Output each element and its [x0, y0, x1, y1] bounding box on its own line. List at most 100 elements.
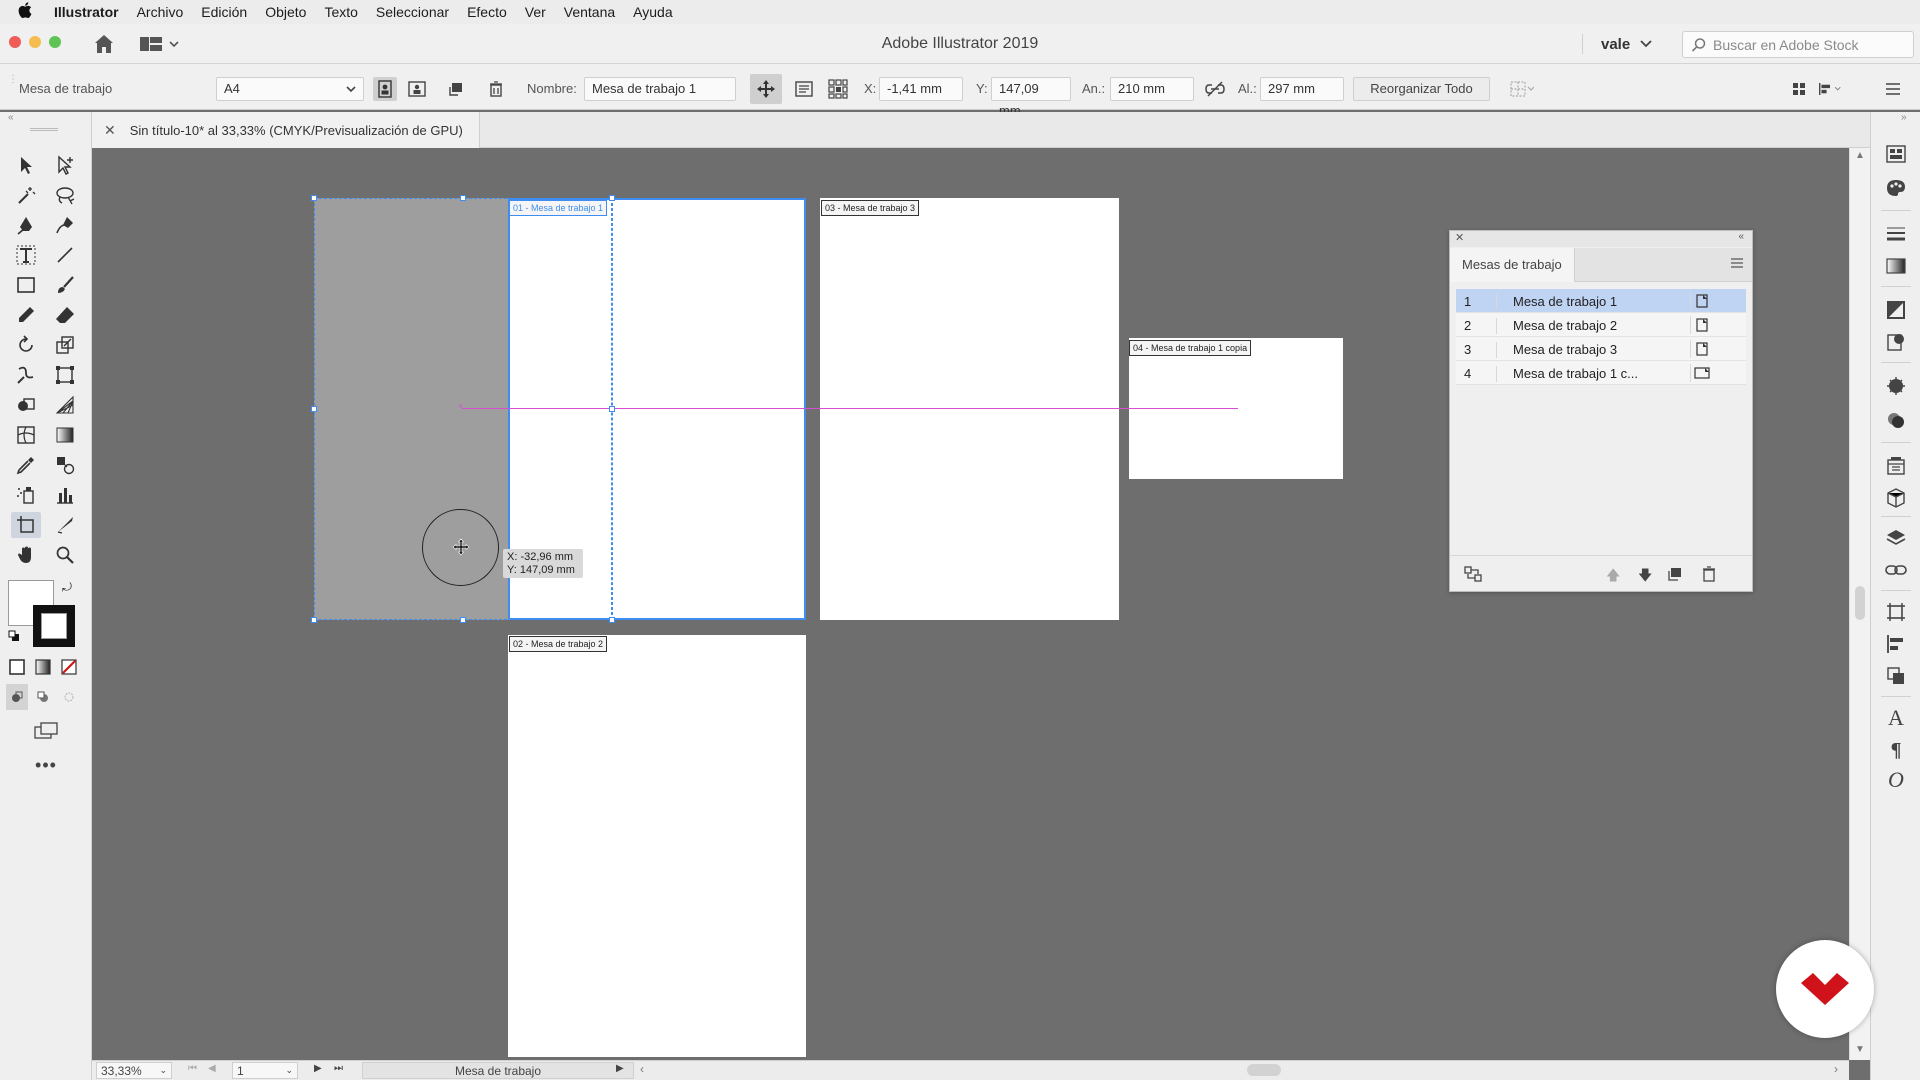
edit-toolbar-icon[interactable]: •••: [30, 752, 62, 778]
appearance-panel-icon[interactable]: [1884, 330, 1908, 354]
graphic-styles-icon[interactable]: [1884, 408, 1908, 432]
artboard-options-icon[interactable]: [1690, 292, 1712, 310]
expand-dock-icon[interactable]: »: [1901, 112, 1907, 123]
layers-panel-icon[interactable]: [1884, 526, 1908, 550]
move-down-icon[interactable]: 🡇: [1638, 565, 1652, 589]
handle-middle-right[interactable]: [609, 406, 615, 412]
scroll-up-icon[interactable]: ▲: [1855, 150, 1865, 161]
x-position-field[interactable]: -1,41 mm: [879, 77, 963, 101]
status-tool-display[interactable]: Mesa de trabajo: [362, 1062, 634, 1079]
color-mode-icon[interactable]: [6, 654, 28, 680]
stock-search-input[interactable]: Buscar en Adobe Stock: [1682, 31, 1914, 58]
screen-mode-icon[interactable]: [30, 718, 62, 744]
menu-ventana[interactable]: Ventana: [564, 4, 615, 20]
artboard-row-name[interactable]: Mesa de trabajo 1: [1496, 294, 1676, 310]
lasso-tool-icon[interactable]: [50, 182, 80, 208]
menu-archivo[interactable]: Archivo: [137, 4, 184, 20]
height-field[interactable]: 297 mm: [1260, 77, 1344, 101]
stroke-swatch[interactable]: [33, 605, 75, 647]
transparency-panel-icon[interactable]: [1884, 298, 1908, 322]
user-menu[interactable]: vale: [1582, 34, 1652, 54]
reference-point-icon[interactable]: [826, 77, 850, 101]
links-panel-icon[interactable]: [1884, 558, 1908, 582]
portrait-orientation-icon[interactable]: [373, 77, 397, 101]
artboard-3[interactable]: [820, 198, 1119, 620]
apple-menu-icon[interactable]: [18, 2, 38, 22]
scroll-down-icon[interactable]: ▼: [1855, 1044, 1865, 1055]
artboard-options-icon[interactable]: [1690, 340, 1712, 358]
menu-seleccionar[interactable]: Seleccionar: [376, 4, 449, 20]
stroke-panel-icon[interactable]: [1884, 222, 1908, 246]
rotate-tool-icon[interactable]: [11, 332, 41, 358]
delete-artboard-icon[interactable]: [484, 77, 508, 101]
pen-tool-icon[interactable]: [11, 212, 41, 238]
maximize-window-button[interactable]: [49, 36, 61, 48]
horizontal-scroll-thumb[interactable]: [1247, 1064, 1281, 1076]
slice-tool-icon[interactable]: [50, 512, 80, 538]
next-artboard-icon[interactable]: ▶: [314, 1063, 322, 1074]
close-tab-icon[interactable]: ✕: [104, 122, 116, 139]
home-icon[interactable]: [92, 32, 116, 56]
type-tool-icon[interactable]: [11, 242, 41, 268]
scroll-right-icon[interactable]: ›: [1834, 1062, 1838, 1076]
artboard-preset-select[interactable]: A4: [216, 77, 364, 101]
artboard-name-field[interactable]: Mesa de trabajo 1: [584, 77, 736, 101]
artboard-list-row[interactable]: 2 Mesa de trabajo 2: [1456, 313, 1746, 337]
symbols-panel-icon[interactable]: [1884, 374, 1908, 398]
collapse-toolbar-icon[interactable]: «: [8, 112, 14, 123]
menu-texto[interactable]: Texto: [324, 4, 357, 20]
eraser-tool-icon[interactable]: [50, 302, 80, 328]
scale-tool-icon[interactable]: [50, 332, 80, 358]
menu-efecto[interactable]: Efecto: [467, 4, 507, 20]
artboard-row-name[interactable]: Mesa de trabajo 1 c...: [1496, 366, 1676, 382]
rectangle-tool-icon[interactable]: [11, 272, 41, 298]
symbol-sprayer-tool-icon[interactable]: [11, 482, 41, 508]
artboard-list-row[interactable]: 4 Mesa de trabajo 1 c...: [1456, 361, 1746, 385]
artboard-number-select[interactable]: 1 ⌄: [232, 1062, 298, 1079]
artboard-tool-icon[interactable]: [11, 512, 41, 538]
properties-panel-icon[interactable]: [1884, 142, 1908, 166]
move-up-icon[interactable]: 🡅: [1606, 565, 1620, 589]
move-copy-artwork-icon[interactable]: [750, 74, 782, 104]
paragraph-panel-icon[interactable]: ¶: [1884, 738, 1908, 762]
selection-tool-icon[interactable]: [11, 152, 41, 178]
character-panel-icon[interactable]: A: [1884, 705, 1908, 730]
panel-grip-icon[interactable]: ⋮: [8, 74, 18, 85]
perspective-grid-tool-icon[interactable]: [50, 392, 80, 418]
handle-bottom-center[interactable]: [460, 617, 466, 623]
opentype-panel-icon[interactable]: O: [1884, 767, 1908, 792]
transform-panel-icon[interactable]: [1818, 77, 1842, 101]
artboards-panel-icon[interactable]: [1884, 600, 1908, 624]
artboard-options-icon[interactable]: [1690, 316, 1712, 334]
close-window-button[interactable]: [9, 36, 21, 48]
draw-behind-icon[interactable]: [32, 684, 54, 710]
panel-menu-icon[interactable]: [1730, 257, 1744, 272]
control-bar-menu-icon[interactable]: [1881, 77, 1905, 101]
artboard-row-name[interactable]: Mesa de trabajo 2: [1496, 318, 1676, 334]
constrain-proportions-link-icon[interactable]: [1203, 77, 1227, 101]
scroll-left-icon[interactable]: ‹: [640, 1062, 644, 1076]
app-menu[interactable]: Illustrator: [54, 4, 119, 20]
width-field[interactable]: 210 mm: [1110, 77, 1194, 101]
pathfinder-panel-icon[interactable]: [1884, 664, 1908, 688]
direct-selection-tool-icon[interactable]: [50, 152, 80, 178]
artboard-row-name[interactable]: Mesa de trabajo 3: [1496, 342, 1676, 358]
align-icon[interactable]: [1787, 77, 1811, 101]
default-fill-stroke-icon[interactable]: [8, 630, 20, 645]
menu-ayuda[interactable]: Ayuda: [633, 4, 672, 20]
collapse-panel-icon[interactable]: «: [1738, 231, 1744, 242]
new-artboard-icon[interactable]: [444, 77, 468, 101]
new-artboard-panel-icon[interactable]: [1668, 567, 1682, 584]
mesh-tool-icon[interactable]: [11, 422, 41, 448]
last-artboard-icon[interactable]: ⏭: [334, 1063, 343, 1074]
none-mode-icon[interactable]: [58, 654, 80, 680]
handle-top-center[interactable]: [460, 195, 466, 201]
column-graph-tool-icon[interactable]: [50, 482, 80, 508]
artboard-options-icon[interactable]: [792, 77, 816, 101]
blend-tool-icon[interactable]: [50, 452, 80, 478]
artboard-list-row[interactable]: 1 Mesa de trabajo 1: [1456, 289, 1746, 313]
handle-top-left[interactable]: [311, 195, 317, 201]
rearrange-artboards-icon[interactable]: [1464, 566, 1482, 585]
3d-panel-icon[interactable]: [1884, 486, 1908, 510]
color-themes-icon[interactable]: [1884, 176, 1908, 200]
